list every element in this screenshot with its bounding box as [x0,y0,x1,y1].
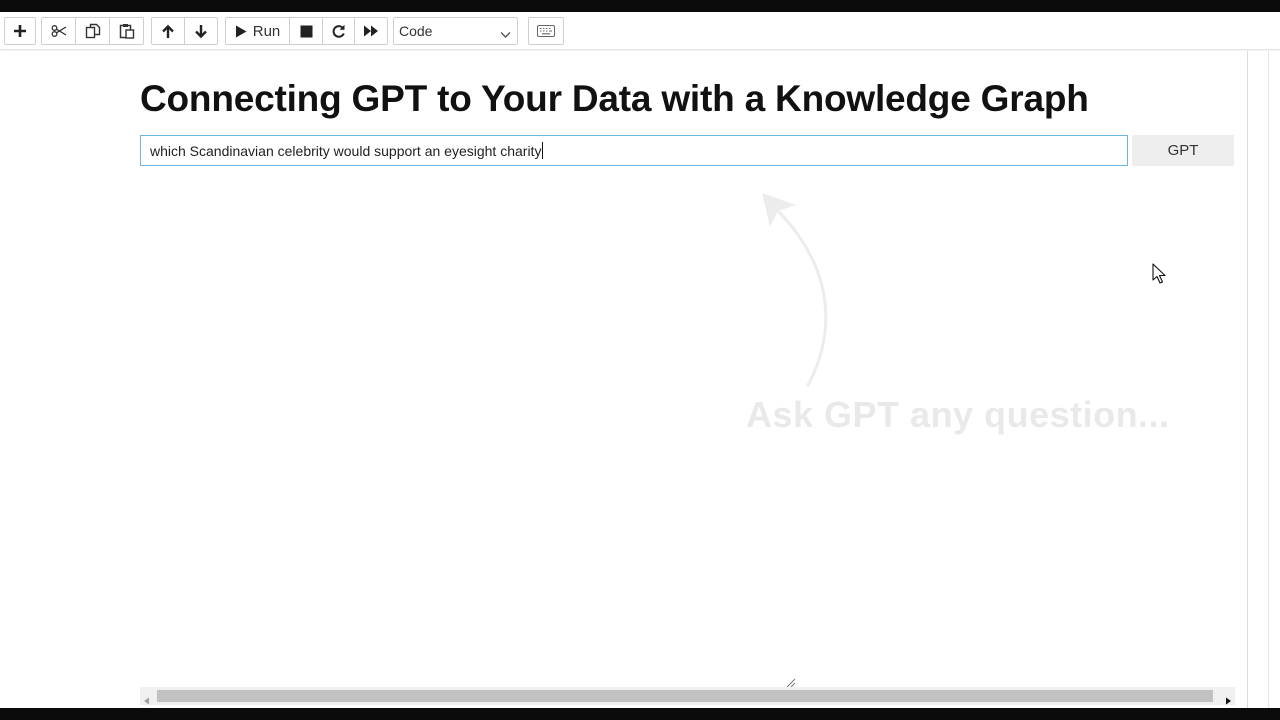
run-button[interactable]: Run [225,17,290,45]
paste-cell-button[interactable] [110,17,144,45]
stop-icon [300,25,313,38]
cell-type-select[interactable]: Code [393,17,518,45]
palette-group [528,17,564,45]
notebook-area: Connecting GPT to Your Data with a Knowl… [0,51,1247,708]
run-all-button[interactable] [355,17,388,45]
question-input-value: which Scandinavian celebrity would suppo… [150,142,542,159]
scrollbar-thumb[interactable] [157,690,1213,702]
gpt-button[interactable]: GPT [1132,135,1234,166]
curved-arrow-icon [750,191,840,396]
move-down-button[interactable] [185,17,218,45]
window-bottom-border [0,708,1280,720]
chevron-down-icon [500,26,511,42]
move-group [151,17,218,45]
page-title: Connecting GPT to Your Data with a Knowl… [140,78,1089,119]
keyboard-icon [537,25,555,37]
run-label: Run [252,22,281,40]
paste-icon [119,23,135,39]
vertical-scrollbar[interactable] [1247,51,1280,708]
scissors-icon [51,24,67,38]
cell-type-value: Code [399,23,433,39]
move-up-button[interactable] [151,17,185,45]
insert-group [4,17,36,45]
copy-cell-button[interactable] [76,17,110,45]
hint-text: Ask GPT any question... [746,394,1170,435]
plus-icon [13,24,27,38]
cut-cell-button[interactable] [41,17,76,45]
command-palette-button[interactable] [528,17,564,45]
notebook-app: Run Code Connecting GPT to Your Data wit… [0,12,1280,708]
insert-cell-button[interactable] [4,17,36,45]
arrow-up-icon [161,24,175,39]
question-input[interactable]: which Scandinavian celebrity would suppo… [140,135,1128,166]
play-icon [235,25,247,38]
fast-forward-icon [363,25,379,37]
arrow-down-icon [194,24,208,39]
clipboard-group [41,17,144,45]
interrupt-button[interactable] [290,17,323,45]
restart-icon [331,24,346,39]
run-group: Run [225,17,388,45]
mouse-cursor-icon [1152,263,1168,290]
vertical-scrollbar-track [1268,51,1269,708]
notebook-toolbar: Run Code [0,12,1280,50]
horizontal-scrollbar[interactable] [140,687,1235,705]
copy-icon [85,23,101,39]
window-top-border [0,0,1280,12]
restart-button[interactable] [323,17,355,45]
text-caret [542,142,544,159]
